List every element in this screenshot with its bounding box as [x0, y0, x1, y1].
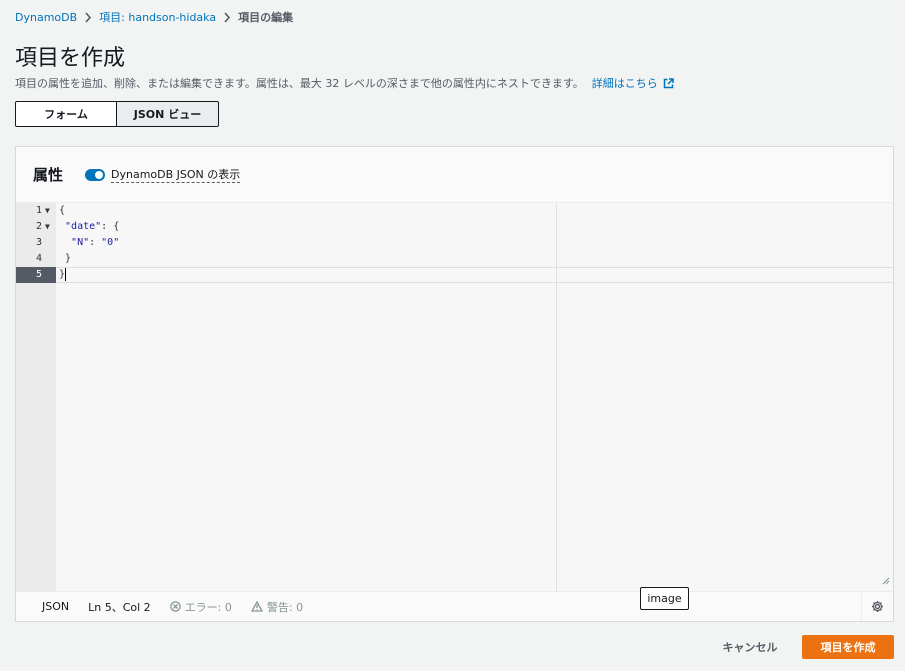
line-number: 4 [35, 253, 42, 264]
breadcrumb-current: 項目の編集 [238, 11, 294, 24]
editor-settings-button[interactable] [861, 592, 893, 621]
line-code: } [59, 253, 72, 264]
chevron-right-icon [84, 11, 92, 23]
fold-toggle-icon[interactable]: ▼ [45, 203, 50, 219]
attributes-title: 属性 [33, 166, 64, 184]
fold-toggle-icon[interactable]: ▼ [45, 219, 50, 235]
description-text: 項目の属性を追加、削除、または編集できます。属性は、最大 32 レベルの深さまで… [15, 77, 584, 90]
status-cursor-position: Ln 5、Col 2 [88, 600, 151, 614]
dynamodb-json-toggle[interactable]: DynamoDB JSON の表示 [85, 166, 241, 183]
toggle-switch[interactable] [85, 168, 106, 181]
attributes-panel: 属性 DynamoDB JSON の表示 1 ▼ { 2 ▼ "date": {… [15, 146, 894, 622]
editor-status-bar: JSON Ln 5、Col 2 エラー: 0 警告: 0 [16, 591, 893, 621]
code-line: 2 ▼ "date": { [16, 219, 893, 235]
external-link-icon [663, 77, 674, 88]
code-line-active: 5 } [16, 267, 893, 283]
error-icon [169, 601, 181, 612]
gear-icon [872, 601, 883, 612]
attributes-panel-header: 属性 DynamoDB JSON の表示 [16, 147, 893, 203]
create-item-button[interactable]: 項目を作成 [802, 635, 894, 659]
chevron-right-icon [223, 11, 231, 23]
warning-icon [250, 601, 263, 612]
status-warnings[interactable]: 警告: 0 [250, 599, 304, 615]
dynamodb-json-toggle-label: DynamoDB JSON の表示 [111, 168, 241, 183]
code-line: 3 "N": "0" [16, 235, 893, 251]
page-title: 項目を作成 [15, 46, 126, 71]
status-errors-label: エラー: 0 [184, 600, 232, 614]
line-code: "N": "0" [71, 237, 120, 248]
line-code: { [59, 205, 66, 216]
line-code: } [59, 267, 67, 283]
code-line: 4 } [16, 251, 893, 267]
line-number: 1 [35, 205, 42, 216]
view-mode-toggle: フォーム JSON ビュー [15, 101, 219, 127]
cancel-button[interactable]: キャンセル [711, 636, 789, 658]
json-code-editor[interactable]: 1 ▼ { 2 ▼ "date": { 3 "N": "0" 4 } 5 } [16, 203, 893, 591]
status-warnings-label: 警告: 0 [266, 600, 304, 614]
status-errors[interactable]: エラー: 0 [169, 599, 232, 615]
code-line: 1 ▼ { [16, 203, 893, 219]
line-number: 2 [35, 221, 42, 232]
line-number: 3 [35, 237, 42, 248]
resize-handle-icon[interactable] [882, 575, 890, 588]
tooltip: image [640, 587, 689, 610]
line-code: "date": { [65, 221, 120, 232]
text-cursor [65, 267, 67, 281]
status-mode: JSON [42, 600, 70, 613]
tab-form[interactable]: フォーム [15, 101, 117, 127]
breadcrumb: DynamoDB 項目: handson-hidaka 項目の編集 [15, 9, 293, 25]
learn-more-link[interactable]: 詳細はこちら [592, 75, 674, 91]
learn-more-label: 詳細はこちら [591, 77, 658, 90]
breadcrumb-dynamodb[interactable]: DynamoDB [15, 11, 77, 24]
tab-json-view[interactable]: JSON ビュー [117, 101, 219, 127]
breadcrumb-items[interactable]: 項目: handson-hidaka [99, 9, 216, 25]
page-description: 項目の属性を追加、削除、または編集できます。属性は、最大 32 レベルの深さまで… [15, 75, 674, 91]
line-number: 5 [35, 269, 42, 280]
